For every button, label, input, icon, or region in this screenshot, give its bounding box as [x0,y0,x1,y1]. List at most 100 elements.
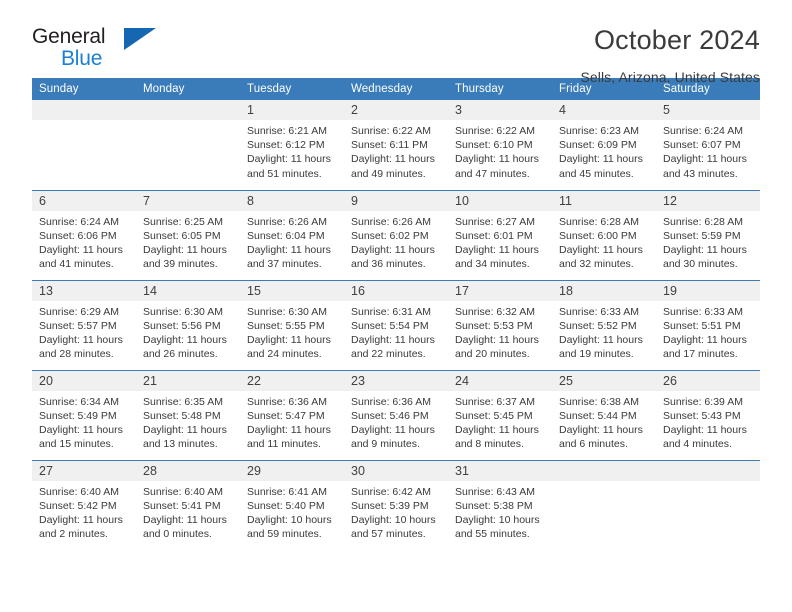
sunset-text: Sunset: 5:47 PM [247,409,325,422]
day-details: Sunrise: 6:33 AM Sunset: 5:52 PM Daylight:… [552,301,656,362]
calendar-day-cell[interactable]: 3 Sunrise: 6:22 AM Sunset: 6:10 PM Daylight… [448,100,552,190]
sunset-text: Sunset: 6:00 PM [559,229,637,242]
calendar-day-cell[interactable]: 12 Sunrise: 6:28 AM Sunset: 5:59 PM Dayligh… [656,189,760,280]
sunrise-text: Sunrise: 6:27 AM [455,215,535,228]
calendar-day-cell[interactable]: 11 Sunrise: 6:28 AM Sunset: 6:00 PM Dayligh… [552,189,656,280]
calendar-page: General Blue October 2024 Sells, Arizona… [0,0,792,612]
day-details: Sunrise: 6:41 AM Sunset: 5:40 PM Daylight:… [240,481,344,542]
day-details: Sunrise: 6:30 AM Sunset: 5:55 PM Daylight:… [240,301,344,362]
daylight-text: Daylight: 11 hours and 37 minutes. [247,243,331,271]
day-number: 1 [240,100,344,120]
daylight-text: Daylight: 11 hours and 32 minutes. [559,243,643,271]
calendar-day-cell[interactable]: 7 Sunrise: 6:25 AM Sunset: 6:05 PM Daylight… [136,189,240,280]
day-number: 31 [448,460,552,481]
daylight-text: Daylight: 11 hours and 8 minutes. [455,423,539,451]
calendar-day-cell[interactable]: 23 Sunrise: 6:36 AM Sunset: 5:46 PM Dayligh… [344,369,448,460]
day-number: 29 [240,460,344,481]
day-details: Sunrise: 6:42 AM Sunset: 5:39 PM Daylight:… [344,481,448,542]
logo-triangle-icon [124,28,156,50]
sunset-text: Sunset: 5:38 PM [455,499,533,512]
sunset-text: Sunset: 6:07 PM [663,139,741,152]
day-number: 25 [552,370,656,391]
day-number: 13 [32,280,136,301]
calendar-day-cell[interactable]: 6 Sunrise: 6:24 AM Sunset: 6:06 PM Daylight… [32,189,136,280]
calendar-day-cell[interactable]: 27 Sunrise: 6:40 AM Sunset: 5:42 PM Dayligh… [32,459,136,550]
calendar-day-cell[interactable]: 22 Sunrise: 6:36 AM Sunset: 5:47 PM Dayligh… [240,369,344,460]
calendar-day-cell[interactable]: 19 Sunrise: 6:33 AM Sunset: 5:51 PM Dayligh… [656,279,760,370]
sunrise-text: Sunrise: 6:30 AM [143,305,223,318]
calendar-day-cell[interactable]: 14 Sunrise: 6:30 AM Sunset: 5:56 PM Dayligh… [136,279,240,370]
sunset-text: Sunset: 5:48 PM [143,409,221,422]
calendar-body: 1 Sunrise: 6:21 AM Sunset: 6:12 PM Daylight… [32,100,760,550]
day-details: Sunrise: 6:36 AM Sunset: 5:47 PM Daylight:… [240,391,344,452]
day-details: Sunrise: 6:22 AM Sunset: 6:11 PM Daylight:… [344,120,448,181]
calendar-day-cell[interactable]: 4 Sunrise: 6:23 AM Sunset: 6:09 PM Daylight… [552,100,656,190]
day-details: Sunrise: 6:27 AM Sunset: 6:01 PM Daylight:… [448,211,552,272]
sunset-text: Sunset: 6:05 PM [143,229,221,242]
day-details: Sunrise: 6:24 AM Sunset: 6:07 PM Daylight:… [656,120,760,181]
day-number: 15 [240,280,344,301]
calendar-day-cell[interactable]: 18 Sunrise: 6:33 AM Sunset: 5:52 PM Dayligh… [552,279,656,370]
calendar-day-cell[interactable]: 20 Sunrise: 6:34 AM Sunset: 5:49 PM Dayligh… [32,369,136,460]
sunset-text: Sunset: 5:42 PM [39,499,117,512]
day-details: Sunrise: 6:43 AM Sunset: 5:38 PM Daylight:… [448,481,552,542]
day-details: Sunrise: 6:24 AM Sunset: 6:06 PM Daylight:… [32,211,136,272]
calendar-week-row: 20 Sunrise: 6:34 AM Sunset: 5:49 PM Dayligh… [32,369,760,460]
sunrise-text: Sunrise: 6:33 AM [663,305,743,318]
daylight-text: Daylight: 11 hours and 36 minutes. [351,243,435,271]
day-number: 6 [32,190,136,211]
calendar-day-cell[interactable]: 21 Sunrise: 6:35 AM Sunset: 5:48 PM Dayligh… [136,369,240,460]
daylight-text: Daylight: 11 hours and 17 minutes. [663,333,747,361]
calendar-day-cell[interactable]: 8 Sunrise: 6:26 AM Sunset: 6:04 PM Daylight… [240,189,344,280]
sunrise-text: Sunrise: 6:32 AM [455,305,535,318]
calendar-day-cell[interactable]: 26 Sunrise: 6:39 AM Sunset: 5:43 PM Dayligh… [656,369,760,460]
calendar-day-cell[interactable]: 31 Sunrise: 6:43 AM Sunset: 5:38 PM Dayligh… [448,459,552,550]
sunrise-text: Sunrise: 6:38 AM [559,395,639,408]
day-number: 8 [240,190,344,211]
sunrise-text: Sunrise: 6:37 AM [455,395,535,408]
sunrise-text: Sunrise: 6:43 AM [455,485,535,498]
sunset-text: Sunset: 6:12 PM [247,139,325,152]
sunrise-text: Sunrise: 6:33 AM [559,305,639,318]
calendar-day-cell[interactable]: 13 Sunrise: 6:29 AM Sunset: 5:57 PM Dayligh… [32,279,136,370]
sunrise-text: Sunrise: 6:39 AM [663,395,743,408]
day-number: 19 [656,280,760,301]
calendar-day-cell[interactable]: 30 Sunrise: 6:42 AM Sunset: 5:39 PM Dayligh… [344,459,448,550]
sunset-text: Sunset: 6:06 PM [39,229,117,242]
daylight-text: Daylight: 11 hours and 47 minutes. [455,153,539,180]
day-number [656,460,760,481]
calendar-day-cell[interactable]: 17 Sunrise: 6:32 AM Sunset: 5:53 PM Dayligh… [448,279,552,370]
day-number: 5 [656,100,760,120]
calendar-day-cell[interactable]: 9 Sunrise: 6:26 AM Sunset: 6:02 PM Daylight… [344,189,448,280]
day-details: Sunrise: 6:29 AM Sunset: 5:57 PM Daylight:… [32,301,136,362]
day-number: 12 [656,190,760,211]
day-number: 26 [656,370,760,391]
calendar-day-cell[interactable]: 16 Sunrise: 6:31 AM Sunset: 5:54 PM Dayligh… [344,279,448,370]
day-details: Sunrise: 6:21 AM Sunset: 6:12 PM Daylight:… [240,120,344,181]
calendar-day-cell[interactable]: 5 Sunrise: 6:24 AM Sunset: 6:07 PM Daylight… [656,100,760,190]
calendar-day-cell[interactable]: 10 Sunrise: 6:27 AM Sunset: 6:01 PM Dayligh… [448,189,552,280]
daylight-text: Daylight: 11 hours and 41 minutes. [39,243,123,271]
day-details: Sunrise: 6:32 AM Sunset: 5:53 PM Daylight:… [448,301,552,362]
calendar-day-cell[interactable]: 29 Sunrise: 6:41 AM Sunset: 5:40 PM Dayligh… [240,459,344,550]
calendar-day-cell[interactable]: 24 Sunrise: 6:37 AM Sunset: 5:45 PM Dayligh… [448,369,552,460]
calendar-day-cell[interactable]: 1 Sunrise: 6:21 AM Sunset: 6:12 PM Daylight… [240,100,344,190]
calendar-day-cell[interactable]: 25 Sunrise: 6:38 AM Sunset: 5:44 PM Dayligh… [552,369,656,460]
day-details: Sunrise: 6:22 AM Sunset: 6:10 PM Daylight:… [448,120,552,181]
sunset-text: Sunset: 5:45 PM [455,409,533,422]
daylight-text: Daylight: 11 hours and 6 minutes. [559,423,643,451]
calendar-day-cell[interactable]: 15 Sunrise: 6:30 AM Sunset: 5:55 PM Dayligh… [240,279,344,370]
sunrise-text: Sunrise: 6:22 AM [351,125,431,137]
day-details: Sunrise: 6:26 AM Sunset: 6:04 PM Daylight:… [240,211,344,272]
day-details: Sunrise: 6:35 AM Sunset: 5:48 PM Daylight:… [136,391,240,452]
daylight-text: Daylight: 11 hours and 24 minutes. [247,333,331,361]
sunset-text: Sunset: 5:49 PM [39,409,117,422]
daylight-text: Daylight: 11 hours and 22 minutes. [351,333,435,361]
day-number [136,100,240,120]
calendar-day-cell[interactable]: 2 Sunrise: 6:22 AM Sunset: 6:11 PM Daylight… [344,100,448,190]
calendar-day-cell[interactable]: 28 Sunrise: 6:40 AM Sunset: 5:41 PM Dayligh… [136,459,240,550]
sunrise-text: Sunrise: 6:28 AM [559,215,639,228]
logo-text-blue: Blue [61,47,103,70]
day-details: Sunrise: 6:23 AM Sunset: 6:09 PM Daylight:… [552,120,656,181]
daylight-text: Daylight: 11 hours and 51 minutes. [247,153,331,180]
